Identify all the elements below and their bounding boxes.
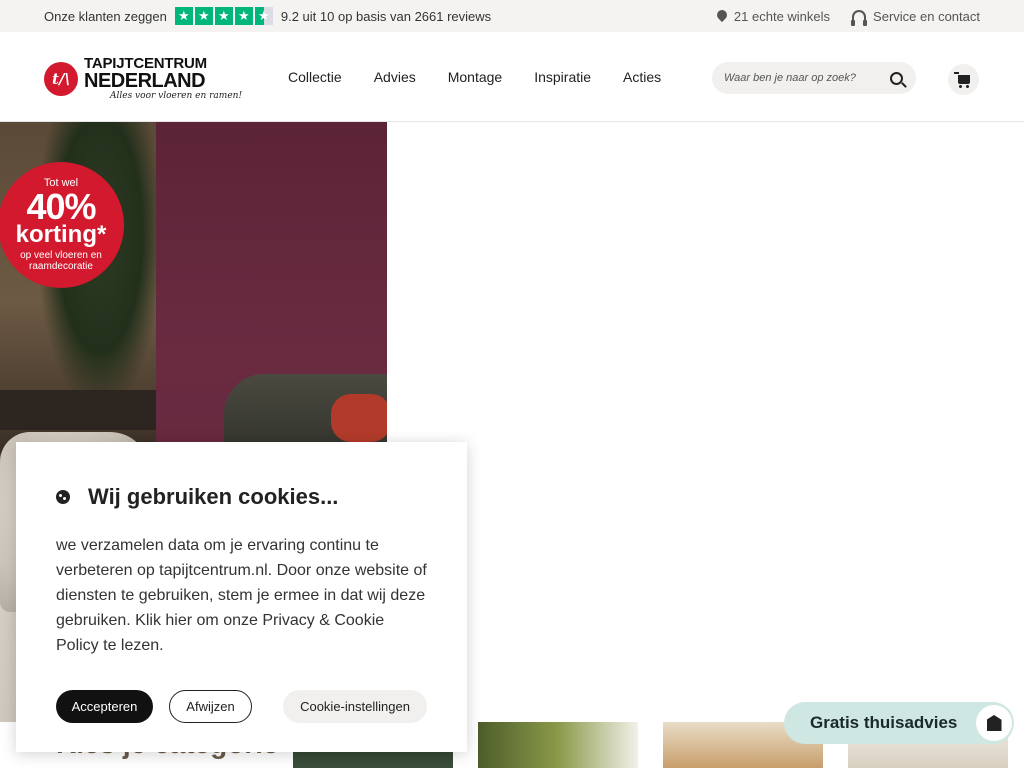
cookie-title-row: Wij gebruiken cookies... xyxy=(56,484,338,510)
star-icon: ★ xyxy=(194,7,213,25)
badge-percentage: 40% xyxy=(26,185,96,227)
cookie-settings-button[interactable]: Cookie-instellingen xyxy=(283,690,427,723)
star-icon: ★ xyxy=(174,7,193,25)
nav-item-collectie[interactable]: Collectie xyxy=(288,69,342,85)
cookie-icon xyxy=(56,490,70,504)
logo-name-line2: NEDERLAND xyxy=(84,70,206,92)
decline-cookies-button[interactable]: Afwijzen xyxy=(169,690,252,723)
location-pin-icon xyxy=(717,10,727,23)
logo-name-line1: TAPIJTCENTRUM xyxy=(84,55,207,72)
discount-badge: Tot wel 40% korting* op veel vloeren en … xyxy=(0,162,124,288)
trustpilot-stars: ★ ★ ★ ★ ★ xyxy=(174,7,273,25)
top-bar: Onze klanten zeggen ★ ★ ★ ★ ★ 9.2 uit 10… xyxy=(0,0,1024,32)
star-icon: ★ xyxy=(234,7,253,25)
service-link[interactable]: Service en contact xyxy=(851,8,980,26)
house-icon xyxy=(986,715,1002,731)
badge-korting: korting* xyxy=(15,220,107,248)
accept-cookies-button[interactable]: Accepteren xyxy=(56,690,153,723)
logo-tagline: Alles voor vloeren en ramen! xyxy=(110,91,243,101)
half-star-icon: ★ xyxy=(254,7,273,25)
logo-mark: t/\ xyxy=(44,61,78,96)
nav-item-acties[interactable]: Acties xyxy=(623,69,661,85)
pillow-image xyxy=(331,394,387,442)
search-icon[interactable] xyxy=(890,71,903,85)
rating-text: 9.2 uit 10 op basis van 2661 reviews xyxy=(280,8,492,24)
stores-label: 21 echte winkels xyxy=(733,8,831,24)
home-advice-label: Gratis thuisadvies xyxy=(810,713,958,732)
nav-item-inspiratie[interactable]: Inspiratie xyxy=(534,69,591,85)
category-card[interactable] xyxy=(478,722,638,768)
stores-link[interactable]: 21 echte winkels xyxy=(717,9,830,24)
trustpilot-widget[interactable]: Onze klanten zeggen ★ ★ ★ ★ ★ 9.2 uit 10… xyxy=(44,0,491,32)
cookie-description: we verzamelen data om je ervaring contin… xyxy=(56,537,427,654)
customers-say-label: Onze klanten zeggen xyxy=(44,8,167,24)
home-advice-icon-circle xyxy=(976,705,1012,741)
home-advice-button[interactable]: Gratis thuisadvies xyxy=(784,702,1014,744)
nav-item-advies[interactable]: Advies xyxy=(374,69,416,85)
headset-icon xyxy=(851,9,868,26)
service-label: Service en contact xyxy=(873,8,980,24)
nav-item-montage[interactable]: Montage xyxy=(448,69,502,85)
main-nav: Collectie Advies Montage Inspiratie Acti… xyxy=(288,32,661,122)
cookie-title: Wij gebruiken cookies... xyxy=(88,484,339,509)
site-header: t/\ TAPIJTCENTRUM NEDERLAND Alles voor v… xyxy=(0,32,1024,122)
badge-subtext: op veel vloeren en raamdecoratie xyxy=(20,249,102,273)
cookie-dialog: Wij gebruiken cookies... we verzamelen d… xyxy=(16,442,467,752)
cart-icon xyxy=(953,72,970,88)
star-icon: ★ xyxy=(214,7,233,25)
search-bar xyxy=(712,62,916,94)
site-logo[interactable]: t/\ TAPIJTCENTRUM NEDERLAND Alles voor v… xyxy=(44,56,242,101)
dining-table-image xyxy=(0,390,156,430)
search-input[interactable] xyxy=(724,72,884,84)
cart-button[interactable] xyxy=(948,64,979,95)
